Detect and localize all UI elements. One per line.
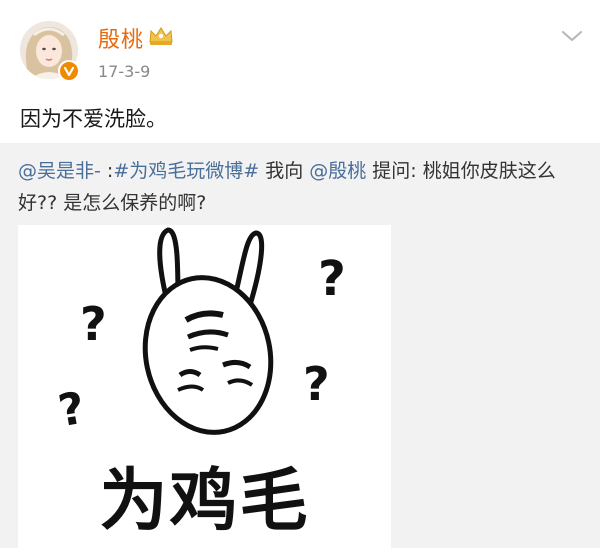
svg-text:?: ? <box>55 383 89 438</box>
retweet-text: @吴是非- :#为鸡毛玩微博# 我向 @殷桃 提问: 桃姐你皮肤这么好?? 是怎… <box>18 155 583 219</box>
post-text: 因为不爱洗脸。 <box>20 107 167 131</box>
retweet-card[interactable]: @吴是非- :#为鸡毛玩微博# 我向 @殷桃 提问: 桃姐你皮肤这么好?? 是怎… <box>0 143 600 548</box>
username[interactable]: 殷桃 <box>98 22 144 54</box>
weibo-post: 殷桃 17-3-9 因为不爱洗脸。 @吴是非- :#为鸡毛玩微博# 我向 @殷桃… <box>0 0 600 548</box>
meme-caption: 为鸡毛 <box>99 462 310 541</box>
svg-text:?: ? <box>80 297 107 351</box>
separator-text: : <box>100 160 114 182</box>
mention-link[interactable]: @吴是非- <box>18 160 101 182</box>
verified-v-icon <box>58 60 80 82</box>
question-text-part1: 我向 <box>259 160 310 182</box>
post-timestamp: 17-3-9 <box>98 62 151 81</box>
hashtag-link[interactable]: #为鸡毛玩微博# <box>113 160 259 182</box>
meme-image[interactable]: ? ? ? ? 为鸡毛 <box>18 225 391 548</box>
svg-text:?: ? <box>303 357 330 411</box>
mention-target-link[interactable]: @殷桃 <box>309 160 366 182</box>
chevron-down-icon[interactable] <box>560 28 584 44</box>
svg-text:?: ? <box>318 251 346 307</box>
vip-crown-icon[interactable] <box>148 26 174 46</box>
